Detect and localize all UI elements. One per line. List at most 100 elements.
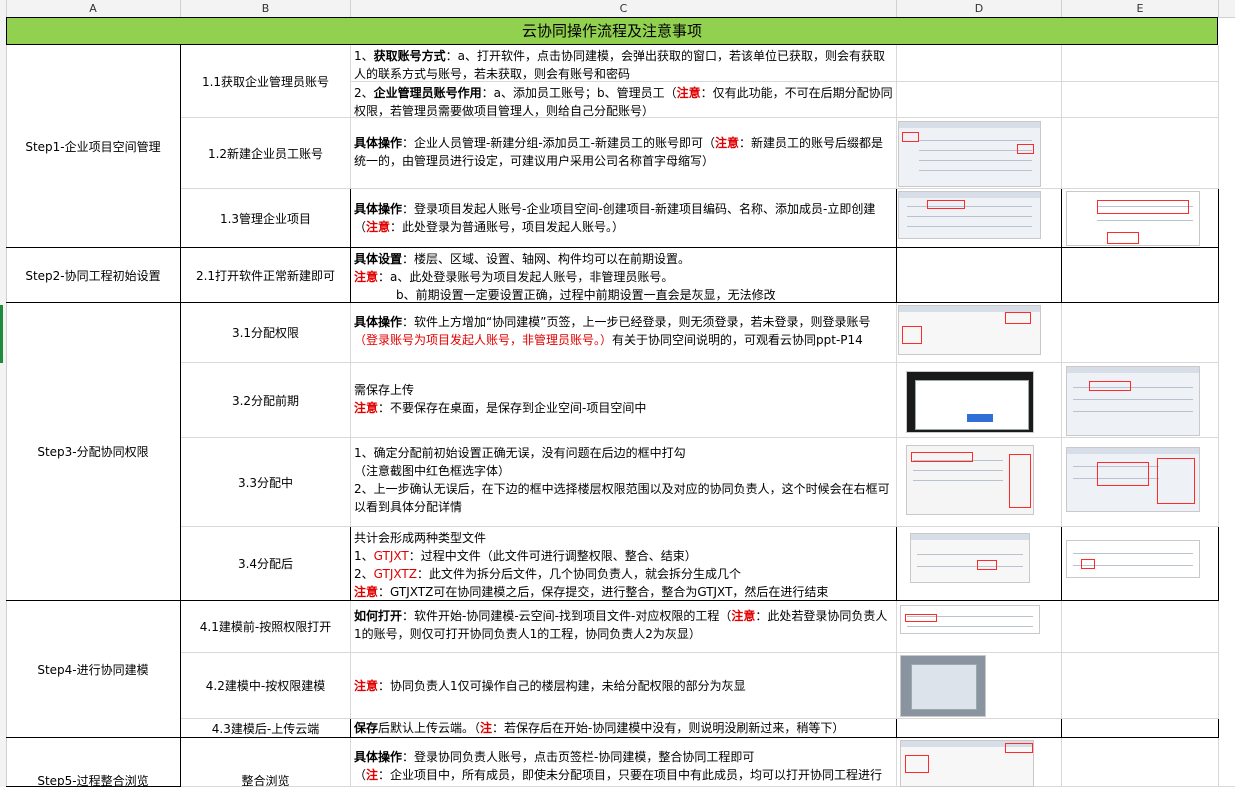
text-bold: 具体操作 <box>354 136 403 150</box>
step3-cell[interactable]: Step3-分配协同权限 <box>6 303 181 601</box>
cell-f[interactable] <box>1219 45 1235 787</box>
sub-4-2[interactable]: 4.2建模中-按权限建模 <box>181 653 351 719</box>
cell-d[interactable] <box>897 45 1062 82</box>
text: ：协同负责人1仅可操作自己的楼层构建，未给分配权限的部分为灰显 <box>378 679 746 693</box>
cell-e[interactable] <box>1062 303 1219 363</box>
text: ：企业项目中，所有成员，即使未分配项目，只要在项目中有此成员，均可以打开协同工程… <box>378 768 883 782</box>
column-header-d[interactable]: D <box>897 0 1062 17</box>
text: ：若保存后在开始-协同建模中没有，则说明没刷新过来，稍等下） <box>492 721 845 735</box>
text: 后默认上传云端。（ <box>378 721 481 735</box>
screenshot-save-dialog[interactable] <box>906 371 1034 433</box>
desc-1-1a[interactable]: 1、获取账号方式：a、打开软件，点击协同建模，会弹出获取的窗口，若该单位已获取，… <box>351 45 897 82</box>
cell-e[interactable] <box>1062 118 1219 189</box>
cell-e[interactable] <box>1062 248 1219 303</box>
text: 1、 <box>354 49 374 63</box>
text: ：a、此处登录账号为项目发起人账号，非管理员账号。 <box>378 270 674 284</box>
text: ：软件上方增加“协同建模”页签，上一步已经登录，则无须登录，若未登录，则登录账号 <box>402 315 871 329</box>
column-header-a[interactable]: A <box>6 0 181 17</box>
note-label: 注意 <box>354 679 379 693</box>
step1-cell[interactable]: Step1-企业项目空间管理 <box>6 45 181 248</box>
desc-4-2[interactable]: 注意：协同负责人1仅可操作自己的楼层构建，未给分配权限的部分为灰显 <box>351 653 897 719</box>
sub-5-1[interactable]: 整合浏览 <box>181 738 351 787</box>
cell-e[interactable] <box>1062 45 1219 82</box>
text: 2、上一步确认无误后，在下边的框中选择楼层权限范围以及对应的协同负责人，这个时候… <box>354 482 890 514</box>
screenshot-assign-floors[interactable] <box>1066 447 1200 512</box>
text: 有关于协同空间说明的，可观看云协同ppt-P14 <box>612 333 863 347</box>
note-label: 注意 <box>676 86 701 100</box>
screenshot-create-project[interactable] <box>1066 191 1200 246</box>
cell-d[interactable] <box>897 719 1062 738</box>
text: ：企业人员管理-新建分组-添加员工-新建员工的账号即可（ <box>402 136 716 150</box>
text: 2、 <box>354 86 374 100</box>
desc-1-3[interactable]: 具体操作：登录项目发起人账号-企业项目空间-创建项目-新建项目编码、名称、添加成… <box>351 189 897 248</box>
screenshot-file-list[interactable] <box>1066 540 1200 578</box>
sub-3-2[interactable]: 3.2分配前期 <box>181 363 351 438</box>
step2-cell[interactable]: Step2-协同工程初始设置 <box>6 248 181 303</box>
text: （ <box>354 768 367 782</box>
desc-3-1[interactable]: 具体操作：软件上方增加“协同建模”页签，上一步已经登录，则无须登录，若未登录，则… <box>351 303 897 363</box>
cell-e[interactable] <box>1062 601 1219 653</box>
text: 共计会形成两种类型文件 <box>354 531 487 545</box>
screenshot-open-project[interactable] <box>900 605 1040 634</box>
sub-2-1[interactable]: 2.1打开软件正常新建即可 <box>181 248 351 303</box>
note-label: 注 <box>480 721 493 735</box>
text: ：此处登录为普通账号，项目发起人账号。） <box>390 220 625 234</box>
desc-4-1[interactable]: 如何打开：软件开始-协同建模-云空间-找到项目文件-对应权限的工程（注意：此处若… <box>351 601 897 653</box>
step4-cell[interactable]: Step4-进行协同建模 <box>6 601 181 738</box>
screenshot-integrate-tab[interactable] <box>900 740 1034 787</box>
note-label: 注 <box>366 768 379 782</box>
desc-5-1[interactable]: 具体操作：登录协同负责人账号，点击页签栏-协同建模，整合协同工程即可 （注：企业… <box>351 738 897 787</box>
desc-3-4[interactable]: 共计会形成两种类型文件 1、GTJXT：过程中文件（此文件可进行调整权限、整合、… <box>351 527 897 601</box>
sub-3-4[interactable]: 3.4分配后 <box>181 527 351 601</box>
cell-d[interactable] <box>897 82 1062 118</box>
column-header-c[interactable]: C <box>351 0 897 17</box>
text-bold: 保存 <box>354 721 379 735</box>
screenshot-file-types[interactable] <box>910 533 1030 583</box>
text: （ <box>354 220 367 234</box>
column-header-e[interactable]: E <box>1062 0 1219 17</box>
sub-1-2[interactable]: 1.2新建企业员工账号 <box>181 118 351 189</box>
text: 2、 <box>354 567 374 581</box>
note-label: 注意 <box>354 401 379 415</box>
text: b、前期设置一定要设置正确，过程中前期设置一直会是灰显，无法修改 <box>396 288 776 302</box>
screenshot-project-space[interactable] <box>898 191 1041 239</box>
screenshot-modeling-photo[interactable] <box>900 655 986 717</box>
cell-e[interactable] <box>1062 653 1219 719</box>
note-label: 注意 <box>366 220 391 234</box>
sub-4-3[interactable]: 4.3建模后-上传云端 <box>181 719 351 738</box>
cell-e[interactable] <box>1062 738 1219 787</box>
text-bold: 具体操作 <box>354 202 403 216</box>
sub-3-3[interactable]: 3.3分配中 <box>181 438 351 527</box>
desc-4-3[interactable]: 保存后默认上传云端。（注：若保存后在开始-协同建模中没有，则说明没刷新过来，稍等… <box>351 719 897 738</box>
desc-1-2[interactable]: 具体操作：企业人员管理-新建分组-添加员工-新建员工的账号即可（注意：新建员工的… <box>351 118 897 189</box>
text: ：此文件为拆分后文件，几个协同负责人，就会拆分生成几个 <box>416 567 741 581</box>
desc-1-1b[interactable]: 2、企业管理员账号作用：a、添加员工账号；b、管理员工（注意：仅有此功能，不可在… <box>351 82 897 118</box>
sub-4-1[interactable]: 4.1建模前-按照权限打开 <box>181 601 351 653</box>
desc-3-3[interactable]: 1、确定分配前初始设置正确无误，没有问题在后边的框中打勾 （注意截图中红色框选字… <box>351 438 897 527</box>
column-header-b[interactable]: B <box>181 0 351 17</box>
note-label: 注意 <box>731 609 756 623</box>
desc-2-1[interactable]: 具体设置：楼层、区域、设置、轴网、构件均可以在前期设置。 注意：a、此处登录账号… <box>351 248 897 303</box>
sub-1-3[interactable]: 1.3管理企业项目 <box>181 189 351 248</box>
screenshot-collab-tab[interactable] <box>898 305 1041 355</box>
screenshot-cloud-space[interactable] <box>1066 366 1200 436</box>
screenshot-assign-permissions[interactable] <box>906 445 1034 515</box>
screenshot-user-management[interactable] <box>898 121 1041 187</box>
note-label: 注意 <box>354 585 379 599</box>
sub-3-1[interactable]: 3.1分配权限 <box>181 303 351 363</box>
text: ：楼层、区域、设置、轴网、构件均可以在前期设置。 <box>402 252 691 266</box>
cell-d[interactable] <box>897 248 1062 303</box>
text: 1、 <box>354 549 374 563</box>
step5-cell[interactable]: Step5-过程整合浏览 <box>6 738 181 787</box>
sub-1-1[interactable]: 1.1获取企业管理员账号 <box>181 45 351 118</box>
text: ：过程中文件（此文件可进行调整权限、整合、结束） <box>408 549 697 563</box>
sheet-title[interactable]: 云协同操作流程及注意事项 <box>6 17 1218 45</box>
cell-e[interactable] <box>1062 82 1219 118</box>
spreadsheet-grid: 云协同操作流程及注意事项 Step1-企业项目空间管理 Step2-协同工程初始… <box>6 17 1235 787</box>
note-label: 注意 <box>354 270 379 284</box>
text: ：登录项目发起人账号-企业项目空间-创建项目-新建项目编码、名称、添加成员-立即… <box>402 202 876 216</box>
cell-e[interactable] <box>1062 719 1219 738</box>
desc-3-2[interactable]: 需保存上传 注意：不要保存在桌面，是保存到企业空间-项目空间中 <box>351 363 897 438</box>
column-header-bar: A B C D E <box>0 0 1235 18</box>
row-selection-indicator <box>0 305 3 363</box>
